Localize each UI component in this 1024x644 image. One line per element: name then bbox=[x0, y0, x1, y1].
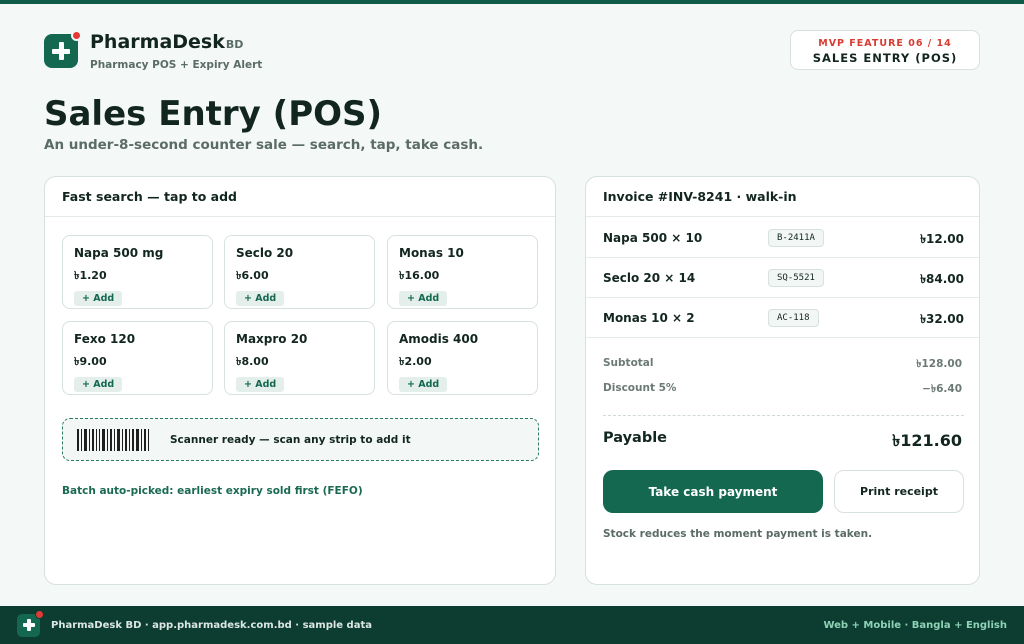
feature-name: SALES ENTRY (POS) bbox=[812, 51, 958, 65]
feature-kicker: MVP FEATURE 06 / 14 bbox=[818, 38, 952, 49]
product-card[interactable]: Fexo 120 ৳9.00 + Add bbox=[62, 321, 213, 395]
add-button[interactable]: + Add bbox=[74, 291, 123, 306]
brand-name: PharmaDeskBD bbox=[90, 31, 244, 53]
product-name: Seclo 20 bbox=[236, 246, 294, 260]
footer-platforms: Web + Mobile · Bangla + English bbox=[823, 620, 1007, 631]
product-price: ৳8.00 bbox=[236, 355, 269, 368]
product-card[interactable]: Seclo 20 ৳6.00 + Add bbox=[224, 235, 375, 309]
invoice-amount: ৳32.00 bbox=[920, 312, 964, 326]
product-card[interactable]: Maxpro 20 ৳8.00 + Add bbox=[224, 321, 375, 395]
brand-header: PharmaDeskBD Pharmacy POS + Expiry Alert bbox=[44, 30, 263, 71]
add-button[interactable]: + Add bbox=[399, 291, 448, 306]
top-accent-bar bbox=[0, 0, 1024, 4]
barcode-icon bbox=[77, 428, 157, 451]
discount-label: Discount 5% bbox=[603, 382, 677, 394]
brand-tagline: Pharmacy POS + Expiry Alert bbox=[90, 59, 263, 71]
footer-bar: PharmaDesk BD · app.pharmadesk.com.bd · … bbox=[0, 606, 1024, 644]
invoice-heading: Invoice #INV-8241 · walk-in bbox=[586, 177, 979, 217]
product-price: ৳9.00 bbox=[74, 355, 107, 368]
add-button[interactable]: + Add bbox=[236, 291, 285, 306]
print-receipt-button[interactable]: Print receipt bbox=[834, 470, 964, 513]
add-button[interactable]: + Add bbox=[236, 377, 285, 392]
fefo-note: Batch auto-picked: earliest expiry sold … bbox=[62, 485, 363, 497]
pharmacy-cross-icon bbox=[17, 609, 44, 637]
add-button[interactable]: + Add bbox=[399, 377, 448, 392]
scanner-zone[interactable]: Scanner ready — scan any strip to add it bbox=[62, 418, 539, 461]
subtotal-value: ৳128.00 bbox=[916, 358, 962, 370]
batch-tag: AC-118 bbox=[768, 309, 819, 327]
add-button[interactable]: + Add bbox=[74, 377, 123, 392]
invoice-line[interactable]: Seclo 20 × 14 SQ-5521 ৳84.00 bbox=[586, 258, 979, 298]
search-panel: Fast search — tap to add Napa 500 mg ৳1.… bbox=[44, 176, 556, 585]
page-subtitle: An under-8-second counter sale — search,… bbox=[44, 137, 484, 153]
product-name: Maxpro 20 bbox=[236, 332, 308, 346]
invoice-item: Monas 10 × 2 bbox=[603, 311, 695, 325]
batch-tag: B-2411A bbox=[768, 229, 824, 247]
product-card[interactable]: Amodis 400 ৳2.00 + Add bbox=[387, 321, 538, 395]
subtotal-label: Subtotal bbox=[603, 357, 654, 369]
invoice-panel: Invoice #INV-8241 · walk-in Napa 500 × 1… bbox=[585, 176, 980, 585]
invoice-amount: ৳12.00 bbox=[920, 232, 964, 246]
summary-divider bbox=[603, 415, 964, 416]
page-title: Sales Entry (POS) bbox=[44, 94, 383, 134]
pharmacy-cross-icon bbox=[44, 30, 82, 68]
invoice-line[interactable]: Monas 10 × 2 AC-118 ৳32.00 bbox=[586, 298, 979, 338]
payable-label: Payable bbox=[603, 430, 667, 446]
feature-badge: MVP FEATURE 06 / 14 SALES ENTRY (POS) bbox=[790, 30, 980, 70]
discount-value: −৳6.40 bbox=[922, 383, 962, 395]
scanner-status: Scanner ready — scan any strip to add it bbox=[170, 433, 411, 446]
invoice-item: Napa 500 × 10 bbox=[603, 231, 703, 245]
payable-value: ৳121.60 bbox=[892, 431, 962, 450]
product-price: ৳16.00 bbox=[399, 269, 440, 282]
take-cash-payment-button[interactable]: Take cash payment bbox=[603, 470, 823, 513]
product-card[interactable]: Monas 10 ৳16.00 + Add bbox=[387, 235, 538, 309]
product-price: ৳2.00 bbox=[399, 355, 432, 368]
product-name: Napa 500 mg bbox=[74, 246, 164, 260]
invoice-amount: ৳84.00 bbox=[920, 272, 964, 286]
product-name: Monas 10 bbox=[399, 246, 464, 260]
stock-note: Stock reduces the moment payment is take… bbox=[603, 528, 873, 540]
search-panel-heading: Fast search — tap to add bbox=[45, 177, 555, 217]
notification-dot-icon bbox=[35, 609, 44, 619]
product-name: Amodis 400 bbox=[399, 332, 479, 346]
product-price: ৳1.20 bbox=[74, 269, 107, 282]
product-card[interactable]: Napa 500 mg ৳1.20 + Add bbox=[62, 235, 213, 309]
product-price: ৳6.00 bbox=[236, 269, 269, 282]
batch-tag: SQ-5521 bbox=[768, 269, 824, 287]
invoice-item: Seclo 20 × 14 bbox=[603, 271, 696, 285]
product-name: Fexo 120 bbox=[74, 332, 136, 346]
notification-dot-icon bbox=[71, 30, 82, 41]
footer-info: PharmaDesk BD · app.pharmadesk.com.bd · … bbox=[51, 619, 372, 631]
brand-suffix: BD bbox=[225, 38, 244, 51]
invoice-line[interactable]: Napa 500 × 10 B-2411A ৳12.00 bbox=[586, 218, 979, 258]
